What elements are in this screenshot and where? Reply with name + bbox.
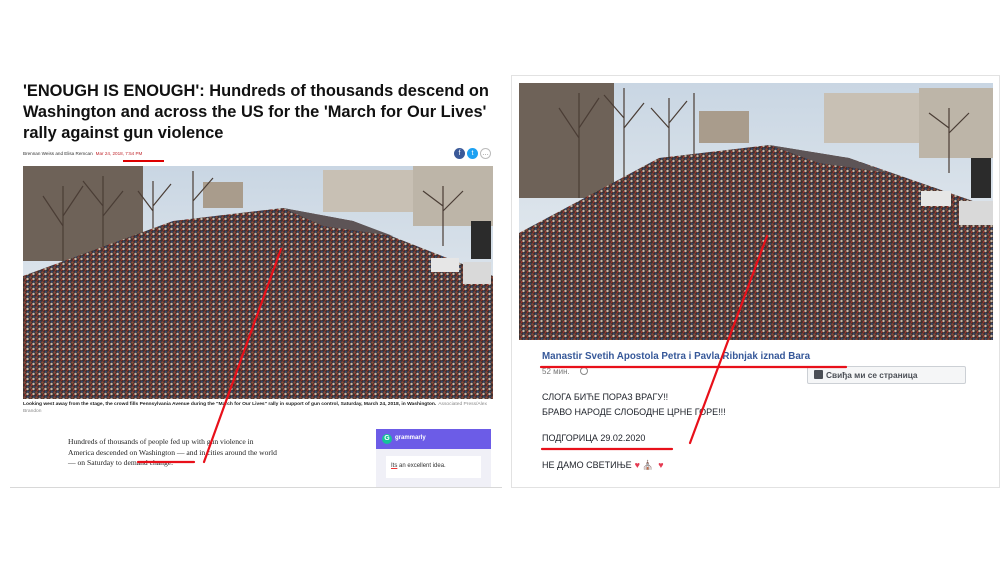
byline: Brennan Weiss and Elisa Remcan Mar 24, 20… [23, 151, 142, 156]
body-line: — on Saturday to demand change. [68, 458, 174, 467]
crowd-photo [519, 83, 993, 340]
body-line: America descended on Washington — and in… [68, 447, 277, 457]
crowd-photo [23, 166, 493, 399]
more-icon[interactable]: … [480, 148, 491, 159]
photo-caption: Looking west away from the stage, the cr… [23, 402, 493, 415]
facebook-page-name[interactable]: Manastir Svetih Apostola Petra i Pavla R… [542, 351, 810, 362]
globe-icon [579, 367, 588, 375]
post-timestamp: 52 мин. [542, 367, 588, 376]
byline-authors: Brennan Weiss and Elisa Remcan [23, 151, 93, 156]
grammarly-name: grammarly [395, 435, 426, 441]
post-line: БРАВО НАРОДЕ СЛОБОДНЕ ЦРНЕ ГОРЕ!!! [542, 407, 726, 417]
article-body: Hundreds of thousands of people fed up w… [68, 437, 328, 469]
news-article-panel: 'ENOUGH IS ENOUGH': Hundreds of thousand… [10, 70, 502, 488]
heart-icon: ♥ [634, 460, 641, 470]
article-date: Mar 24, 2018, 7:54 PM [95, 151, 143, 156]
grammarly-header: G grammarly [376, 429, 491, 449]
grammarly-sample-text: an excellent idea. [397, 463, 446, 469]
grammarly-logo-icon: G [382, 434, 392, 444]
grammarly-ad[interactable]: G grammarly Its an excellent idea. [376, 429, 491, 487]
heart-icon: ♥ [658, 460, 664, 470]
date-underline [123, 160, 164, 162]
twitter-icon[interactable]: t [467, 148, 478, 159]
article-headline: 'ENOUGH IS ENOUGH': Hundreds of thousand… [23, 82, 489, 142]
post-time: 52 мин. [542, 367, 570, 376]
facebook-icon[interactable]: f [454, 148, 465, 159]
post-line: НЕ ДАМО СВЕТИЊЕ [542, 460, 632, 470]
post-line-last: НЕ ДАМО СВЕТИЊЕ ♥ ⛪ ♥ [542, 460, 664, 471]
byline-row: Brennan Weiss and Elisa Remcan Mar 24, 20… [23, 148, 491, 164]
church-icon: ⛪ [642, 460, 654, 470]
like-page-button[interactable]: Свиђа ми се страница [807, 366, 966, 384]
body-line: Hundreds of thousands of people fed up w… [68, 437, 254, 446]
facebook-post-panel: Manastir Svetih Apostola Petra i Pavla R… [511, 75, 1000, 488]
caption-text: Looking west away from the stage, the cr… [23, 402, 437, 407]
like-page-label: Свиђа ми се страница [826, 370, 918, 380]
thumbs-up-icon [814, 370, 823, 379]
post-line-location-date: ПОДГОРИЦА 29.02.2020 [542, 433, 646, 443]
grammarly-sample: Its an excellent idea. [386, 456, 481, 478]
post-line: СЛОГА БИЋЕ ПОРАЗ ВРАГУ!! [542, 392, 669, 402]
